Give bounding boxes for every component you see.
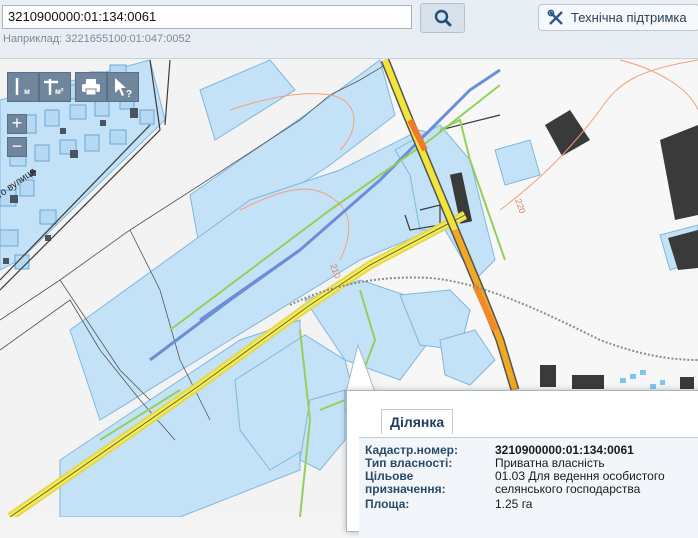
info-label: Цільове призначення:: [365, 469, 446, 496]
zoom-in-button[interactable]: +: [7, 114, 27, 134]
zoom-out-button[interactable]: −: [7, 137, 27, 157]
svg-text:?: ?: [126, 89, 132, 98]
svg-text:м: м: [24, 87, 30, 96]
search-button[interactable]: [420, 3, 465, 33]
area-measure-icon: м²: [44, 79, 64, 96]
info-value: 1.25 га: [495, 497, 533, 511]
measure-area-button[interactable]: м²: [39, 72, 71, 102]
print-button[interactable]: [75, 72, 107, 102]
map-toolbar: м м² ?: [7, 72, 139, 102]
search-icon: [434, 9, 451, 27]
info-row-purpose: Цільове призначення: 01.03 Для ведення о…: [365, 470, 698, 496]
identify-button[interactable]: ?: [107, 72, 139, 102]
parcel-info-table: Кадастр.номер: 3210900000:01:134:0061 Ти…: [359, 437, 698, 538]
top-search-bar: Наприклад: 3221655100:01:047:0052 Техніч…: [0, 0, 698, 59]
printer-icon: [82, 79, 100, 96]
tab-parcel[interactable]: Ділянка: [381, 409, 454, 434]
cursor-question-icon: ?: [115, 78, 132, 98]
tech-support-button[interactable]: Технічна підтримка: [538, 4, 698, 31]
parcel-info-popup: Ділянка Кадастр.номер: 3210900000:01:134…: [346, 390, 698, 538]
plus-icon: +: [11, 113, 23, 133]
tech-support-label: Технічна підтримка: [571, 10, 687, 25]
info-value: 01.03 Для ведення особистого селянського…: [495, 469, 665, 496]
tools-icon: [547, 9, 563, 25]
measure-length-button[interactable]: м: [7, 72, 39, 102]
info-row-area: Площа: 1.25 га: [365, 498, 698, 511]
svg-text:м²: м²: [55, 87, 64, 96]
info-label: Площа:: [365, 497, 410, 511]
ruler-vertical-icon: м: [15, 78, 30, 96]
search-example-hint: Наприклад: 3221655100:01:047:0052: [3, 33, 191, 45]
cadastral-search-input[interactable]: [2, 5, 412, 29]
minus-icon: −: [11, 136, 23, 156]
